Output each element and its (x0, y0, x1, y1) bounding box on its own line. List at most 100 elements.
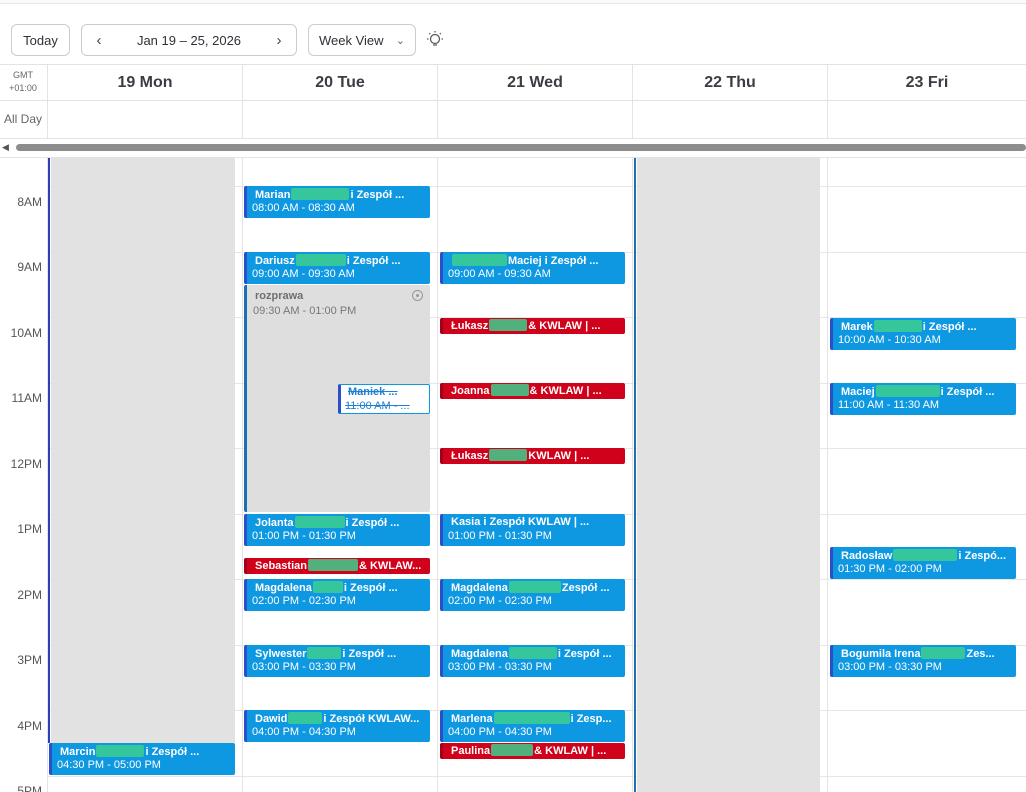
event-time: 11:00 AM - 11:30 AM (838, 399, 940, 411)
event-title: Marlena i Zesp... (451, 712, 612, 725)
redacted-text (873, 320, 922, 332)
event-card[interactable]: Jolanta i Zespół ... 01:00 PM - 01:30 PM (244, 514, 430, 546)
event-card[interactable]: Łukasz & KWLAW | ... (440, 318, 625, 334)
event-time: 02:00 PM - 02:30 PM (448, 595, 552, 607)
timezone-line2: +01:00 (9, 83, 37, 93)
thu-availability-bar (634, 158, 636, 792)
event-card[interactable]: Marian i Zespół ... 08:00 AM - 08:30 AM (244, 186, 430, 218)
day-header-wed[interactable]: 21 Wed (437, 65, 632, 101)
event-title: Dawid i Zespół KWLAW... (255, 712, 420, 725)
event-time: 11:00 AM - ... (345, 400, 410, 412)
top-border (0, 0, 1026, 4)
redacted-text (312, 581, 343, 593)
scrollbar-thumb[interactable] (16, 144, 1026, 151)
event-title: Łukasz & KWLAW | ... (451, 319, 601, 332)
event-card[interactable]: Dariusz i Zespół ... 09:00 AM - 09:30 AM (244, 252, 430, 284)
column-divider (437, 158, 438, 792)
redacted-text (307, 647, 342, 659)
redacted-text (489, 319, 528, 331)
timezone-label: GMT +01:00 (0, 69, 46, 95)
hour-line (47, 776, 1026, 777)
event-title: Magdalena Zespół ... (451, 581, 610, 594)
view-select[interactable]: Week View ⌄ (308, 24, 416, 56)
event-card[interactable]: Kasia i Zespół KWLAW | ... 01:00 PM - 01… (440, 514, 625, 546)
all-day-cell[interactable] (47, 101, 242, 139)
calendar-toolbar: Today ‹ Jan 19 – 25, 2026 › Week View ⌄ (0, 22, 1026, 60)
day-header-mon[interactable]: 19 Mon (47, 65, 242, 101)
all-day-cell[interactable] (242, 101, 437, 139)
event-title: Jolanta i Zespół ... (255, 516, 400, 529)
redacted-text (508, 581, 561, 593)
event-title: Marek i Zespół ... (841, 320, 977, 333)
time-grid: 8AM 9AM 10AM 11AM 12PM 1PM 2PM 3PM 4PM 5… (0, 157, 1026, 792)
event-card[interactable]: Maciej i Zespół ... 09:00 AM - 09:30 AM (440, 252, 625, 284)
chevron-right-icon[interactable]: › (274, 32, 284, 49)
hour-label: 1PM (17, 522, 42, 536)
day-header-tue[interactable]: 20 Tue (242, 65, 437, 101)
event-title: Joanna & KWLAW | ... (451, 384, 602, 397)
date-range-label[interactable]: Jan 19 – 25, 2026 (137, 33, 241, 48)
event-title: Radosław i Zespó... (841, 549, 1007, 562)
event-card[interactable]: Sylwester i Zespół ... 03:00 PM - 03:30 P… (244, 645, 430, 677)
redacted-text (508, 647, 557, 659)
event-time: 01:00 PM - 01:30 PM (252, 530, 356, 542)
redacted-text (96, 745, 145, 757)
event-title: Marian i Zespół ... (255, 188, 405, 201)
event-time: 04:00 PM - 04:30 PM (448, 726, 552, 738)
event-card[interactable]: Paulina & KWLAW | ... (440, 743, 625, 759)
timezone-line1: GMT (13, 70, 33, 80)
event-time: 09:00 AM - 09:30 AM (448, 268, 551, 280)
event-card[interactable]: Maciej i Zespół ... 11:00 AM - 11:30 AM (830, 383, 1016, 415)
lightbulb-icon[interactable] (425, 30, 445, 50)
event-card[interactable]: Bogumila Irena Zes... 03:00 PM - 03:30 PM (830, 645, 1016, 677)
redacted-text (893, 549, 958, 561)
event-card[interactable]: Magdalena i Zespół ... 02:00 PM - 02:30 P… (244, 579, 430, 611)
all-day-cell[interactable] (437, 101, 632, 139)
event-card[interactable]: Marek i Zespół ... 10:00 AM - 10:30 AM (830, 318, 1016, 350)
settings-icon[interactable] (412, 290, 423, 301)
all-day-cell[interactable] (827, 101, 1026, 139)
redacted-text (493, 712, 570, 724)
date-range-navigator: ‹ Jan 19 – 25, 2026 › (81, 24, 297, 56)
event-title: Sebastian & KWLAW... (255, 559, 422, 572)
all-day-cell[interactable] (632, 101, 827, 139)
event-time: 03:00 PM - 03:30 PM (448, 661, 552, 673)
column-divider (632, 158, 633, 792)
event-title: Maniek ... (348, 386, 398, 398)
event-time: 02:00 PM - 02:30 PM (252, 595, 356, 607)
hour-label: 5PM (17, 784, 42, 792)
hour-label: 9AM (17, 260, 42, 274)
week-header: GMT +01:00 19 Mon 20 Tue 21 Wed 22 Thu 2… (0, 64, 1026, 101)
scroll-left-icon[interactable]: ◀ (2, 142, 9, 153)
all-day-row: All Day (0, 101, 1026, 139)
day-header-fri[interactable]: 23 Fri (827, 65, 1026, 101)
hour-label: 4PM (17, 719, 42, 733)
event-time: 03:00 PM - 03:30 PM (838, 661, 942, 673)
hour-label: 2PM (17, 588, 42, 602)
horizontal-scrollbar[interactable]: ◀ (0, 141, 1026, 153)
chevron-left-icon[interactable]: ‹ (94, 32, 104, 49)
event-card[interactable]: Magdalena i Zespół ... 03:00 PM - 03:30 P… (440, 645, 625, 677)
event-card[interactable]: Sebastian & KWLAW... (244, 558, 430, 574)
event-card[interactable]: Magdalena Zespół ... 02:00 PM - 02:30 PM (440, 579, 625, 611)
unavailable-block-thu (637, 158, 820, 792)
today-button[interactable]: Today (11, 24, 70, 56)
event-title: Sylwester i Zespół ... (255, 647, 397, 660)
event-card[interactable]: Dawid i Zespół KWLAW... 04:00 PM - 04:30 … (244, 710, 430, 742)
redacted-text (295, 254, 346, 266)
event-card[interactable]: Marlena i Zesp... 04:00 PM - 04:30 PM (440, 710, 625, 742)
event-title: Maciej i Zespół ... (841, 385, 995, 398)
day-header-thu[interactable]: 22 Thu (632, 65, 827, 101)
event-time: 03:00 PM - 03:30 PM (252, 661, 356, 673)
event-card[interactable]: Marcin i Zespół ... 04:30 PM - 05:00 PM (49, 743, 235, 775)
event-card[interactable]: Radosław i Zespó... 01:30 PM - 02:00 PM (830, 547, 1016, 579)
event-time: 09:00 AM - 09:30 AM (252, 268, 355, 280)
column-divider (827, 158, 828, 792)
event-card[interactable]: Łukasz KWLAW | ... (440, 448, 625, 464)
event-card-cancelled[interactable]: Maniek ... 11:00 AM - ... (338, 384, 430, 414)
chevron-down-icon: ⌄ (395, 34, 405, 47)
column-divider (242, 158, 243, 792)
event-title: rozprawa (255, 290, 304, 302)
event-title: Magdalena i Zespół ... (255, 581, 398, 594)
event-card[interactable]: Joanna & KWLAW | ... (440, 383, 625, 399)
